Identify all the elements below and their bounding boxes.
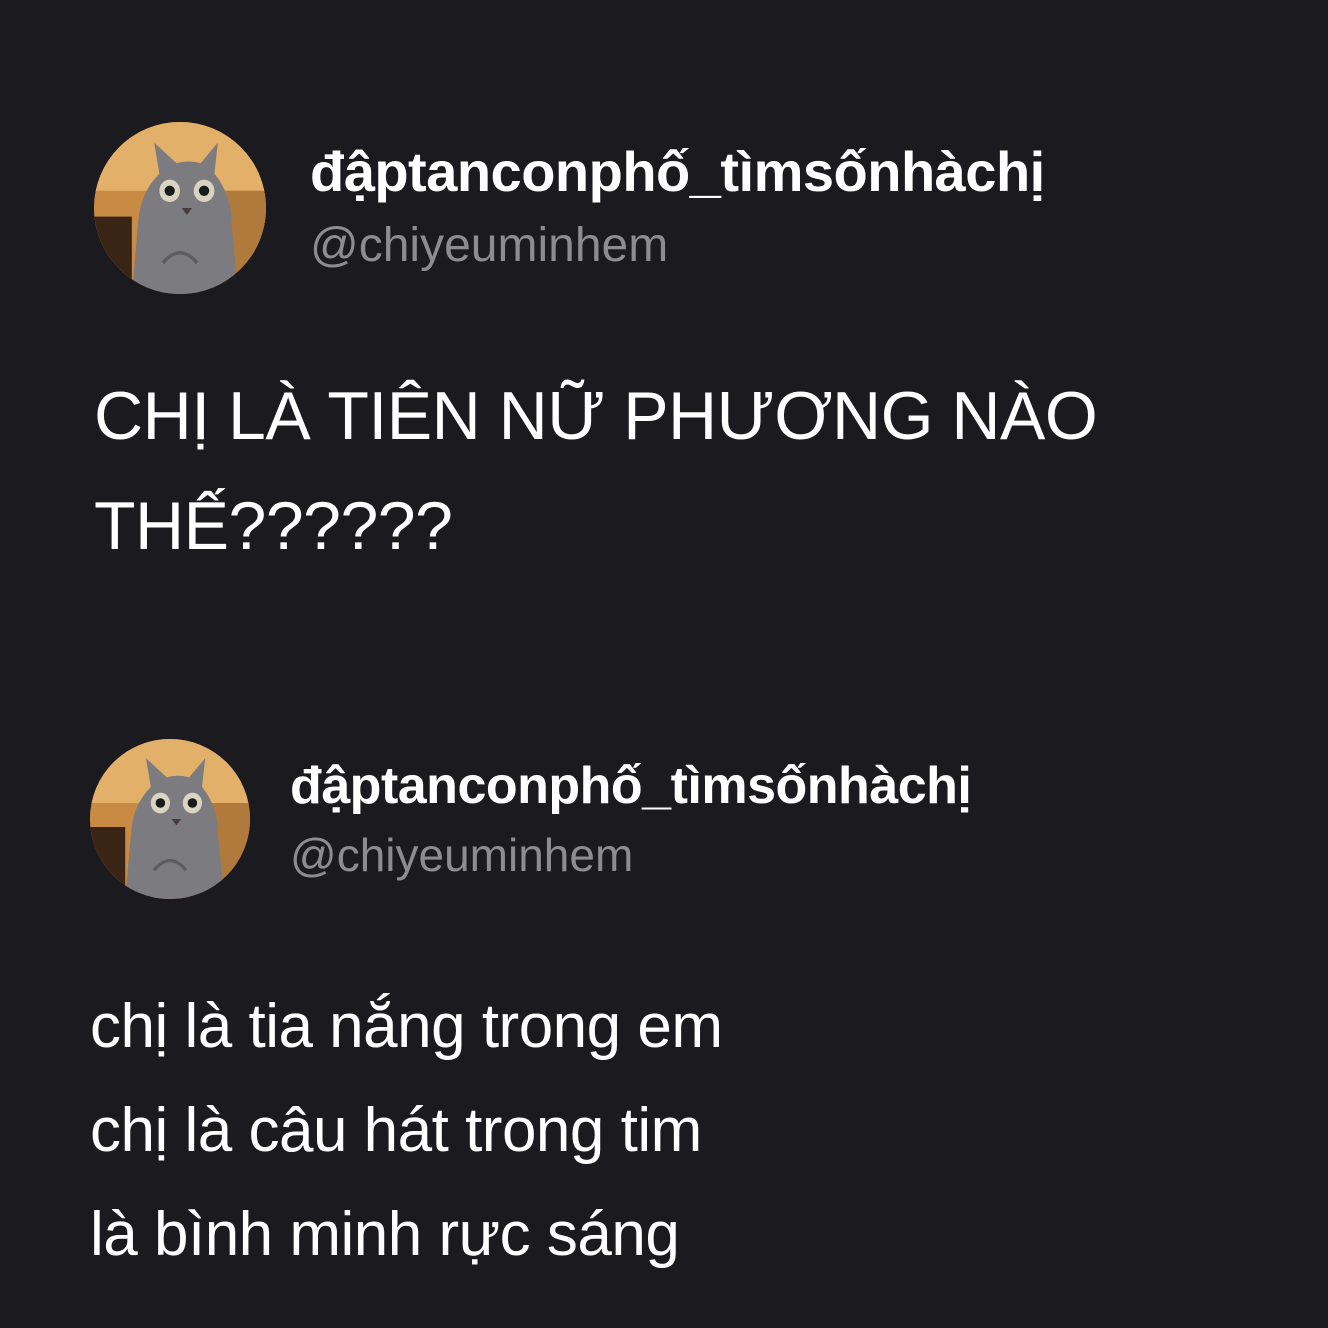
post-text-line: chị là tia nắng trong em	[90, 992, 723, 1061]
display-name[interactable]: đậptanconphố_tìmsốnhàchị	[290, 756, 972, 816]
user-handle[interactable]: @chiyeuminhem	[290, 828, 633, 882]
post-text-line: là bình minh rực sáng	[90, 1200, 680, 1269]
cat-avatar-icon	[94, 122, 266, 294]
post-text-line: THẾ??????	[94, 488, 453, 564]
display-name[interactable]: đậptanconphố_tìmsốnhàchị	[310, 140, 1045, 204]
avatar[interactable]	[90, 739, 250, 899]
post-text-line: CHỊ LÀ TIÊN NỮ PHƯƠNG NÀO	[94, 378, 1098, 454]
post-text-line: chị là câu hát trong tim	[90, 1096, 702, 1165]
avatar[interactable]	[94, 122, 266, 294]
post-text: chị là tia nắng trong em chị là câu hát …	[90, 975, 723, 1287]
user-handle[interactable]: @chiyeuminhem	[310, 218, 668, 274]
post-text: CHỊ LÀ TIÊN NỮ PHƯƠNG NÀO THẾ??????	[94, 372, 1098, 592]
cat-avatar-icon	[90, 739, 250, 899]
